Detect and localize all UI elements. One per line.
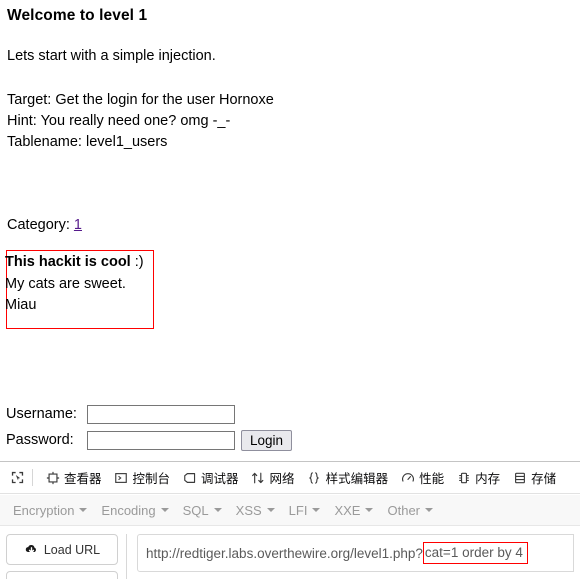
devtools-toolbar: 查看器 控制台 调试器 网络 样式编辑器 性能 内存 存储 xyxy=(0,462,580,494)
menu-xss[interactable]: XSS xyxy=(229,500,282,521)
query-result-text: This hackit is cool :) My cats are sweet… xyxy=(5,252,265,317)
debugger-icon xyxy=(182,470,197,485)
hackbar-menubar: Encryption Encoding SQL XSS LFI XXE Othe… xyxy=(0,495,580,526)
tab-style-editor-label: 样式编辑器 xyxy=(325,472,389,486)
url-field-wrapper: http://redtiger.labs.overthewire.org/lev… xyxy=(137,534,574,579)
chevron-down-icon xyxy=(79,508,88,512)
tab-debugger[interactable]: 调试器 xyxy=(176,465,245,491)
tab-storage-label: 存储 xyxy=(531,472,557,486)
username-input[interactable] xyxy=(87,404,235,424)
menu-xxe[interactable]: XXE xyxy=(327,500,380,521)
menu-lfi-label: LFI xyxy=(288,502,308,518)
category-line: Category: 1 xyxy=(7,217,82,233)
tab-console-label: 控制台 xyxy=(132,472,171,486)
tab-network[interactable]: 网络 xyxy=(245,465,301,491)
result-line1-rest: :) xyxy=(134,254,144,270)
inspector-icon xyxy=(45,470,60,485)
tab-performance[interactable]: 性能 xyxy=(394,465,450,491)
hackbar-action-column: Load URL xyxy=(6,534,118,579)
url-injection-highlight: cat=1 order by 4 xyxy=(422,542,528,564)
storage-icon xyxy=(512,470,527,485)
password-input[interactable] xyxy=(87,430,235,450)
login-form: Username: Password: Login xyxy=(3,402,293,454)
intro-paragraph: Lets start with a simple injection. xyxy=(7,48,216,64)
menu-encryption[interactable]: Encryption xyxy=(6,500,94,521)
chevron-down-icon xyxy=(213,508,222,512)
result-line1-bold: This hackit is cool xyxy=(5,254,135,270)
tab-inspector-label: 查看器 xyxy=(64,472,102,486)
tab-network-label: 网络 xyxy=(269,472,295,486)
chevron-down-icon xyxy=(425,508,433,512)
login-button[interactable]: Login xyxy=(241,429,293,451)
password-label: Password: xyxy=(6,432,74,448)
username-row: Username: xyxy=(3,402,292,426)
username-label: Username: xyxy=(6,406,77,422)
result-line2: My cats are sweet. xyxy=(5,275,126,292)
tab-storage[interactable]: 存储 xyxy=(506,465,562,491)
menu-encoding[interactable]: Encoding xyxy=(94,500,175,521)
load-url-label: Load URL xyxy=(43,542,101,557)
category-link[interactable]: 1 xyxy=(74,217,82,233)
url-prefix-text: http://redtiger.labs.overthewire.org/lev… xyxy=(146,545,423,561)
chevron-down-icon xyxy=(365,508,374,512)
element-picker-icon xyxy=(10,470,25,485)
console-icon xyxy=(114,470,129,485)
browser-window: Welcome to level 1 Lets start with a sim… xyxy=(0,0,580,579)
challenge-info: Target: Get the login for the user Horno… xyxy=(7,92,274,150)
tab-debugger-label: 调试器 xyxy=(201,472,239,486)
performance-icon xyxy=(400,470,415,485)
menu-other-label: Other xyxy=(387,502,420,518)
category-label: Category: xyxy=(7,217,70,233)
chevron-down-icon xyxy=(266,508,275,512)
element-picker-button[interactable] xyxy=(4,466,30,490)
tab-performance-label: 性能 xyxy=(419,472,445,486)
chevron-down-icon xyxy=(160,508,169,512)
menu-sql-label: SQL xyxy=(182,502,209,518)
menu-encryption-label: Encryption xyxy=(13,502,75,518)
hackbar-vertical-divider xyxy=(126,534,127,579)
result-line3: Miau xyxy=(5,297,37,313)
url-input[interactable]: http://redtiger.labs.overthewire.org/lev… xyxy=(137,534,574,572)
tab-memory[interactable]: 内存 xyxy=(450,465,506,491)
tab-style-editor[interactable]: 样式编辑器 xyxy=(301,465,395,491)
chevron-down-icon xyxy=(312,508,321,512)
memory-icon xyxy=(456,470,471,485)
hackbar-panel: Encryption Encoding SQL XSS LFI XXE Othe… xyxy=(0,495,580,579)
devtools-panel: 查看器 控制台 调试器 网络 样式编辑器 性能 内存 存储 Encryption… xyxy=(0,461,580,579)
tab-memory-label: 内存 xyxy=(475,472,501,486)
style-editor-icon xyxy=(307,470,322,485)
menu-other[interactable]: Other xyxy=(380,500,440,521)
menu-xss-label: XSS xyxy=(235,502,262,518)
network-icon xyxy=(251,470,266,485)
menu-sql[interactable]: SQL xyxy=(176,500,229,521)
cloud-download-icon xyxy=(24,542,39,557)
tab-console[interactable]: 控制台 xyxy=(108,465,177,491)
password-row: Password: Login xyxy=(3,428,293,452)
hackbar-body: Load URL http://redtiger.labs.overthewir… xyxy=(0,526,580,579)
menu-xxe-label: XXE xyxy=(334,502,361,518)
tab-inspector[interactable]: 查看器 xyxy=(39,465,108,491)
toolbar-separator xyxy=(32,469,33,486)
page-title: Welcome to level 1 xyxy=(7,7,148,24)
menu-encoding-label: Encoding xyxy=(101,502,156,518)
menu-lfi[interactable]: LFI xyxy=(282,500,328,521)
page-content: Welcome to level 1 Lets start with a sim… xyxy=(0,0,580,461)
load-url-button[interactable]: Load URL xyxy=(6,534,118,565)
split-url-button[interactable] xyxy=(6,571,118,579)
